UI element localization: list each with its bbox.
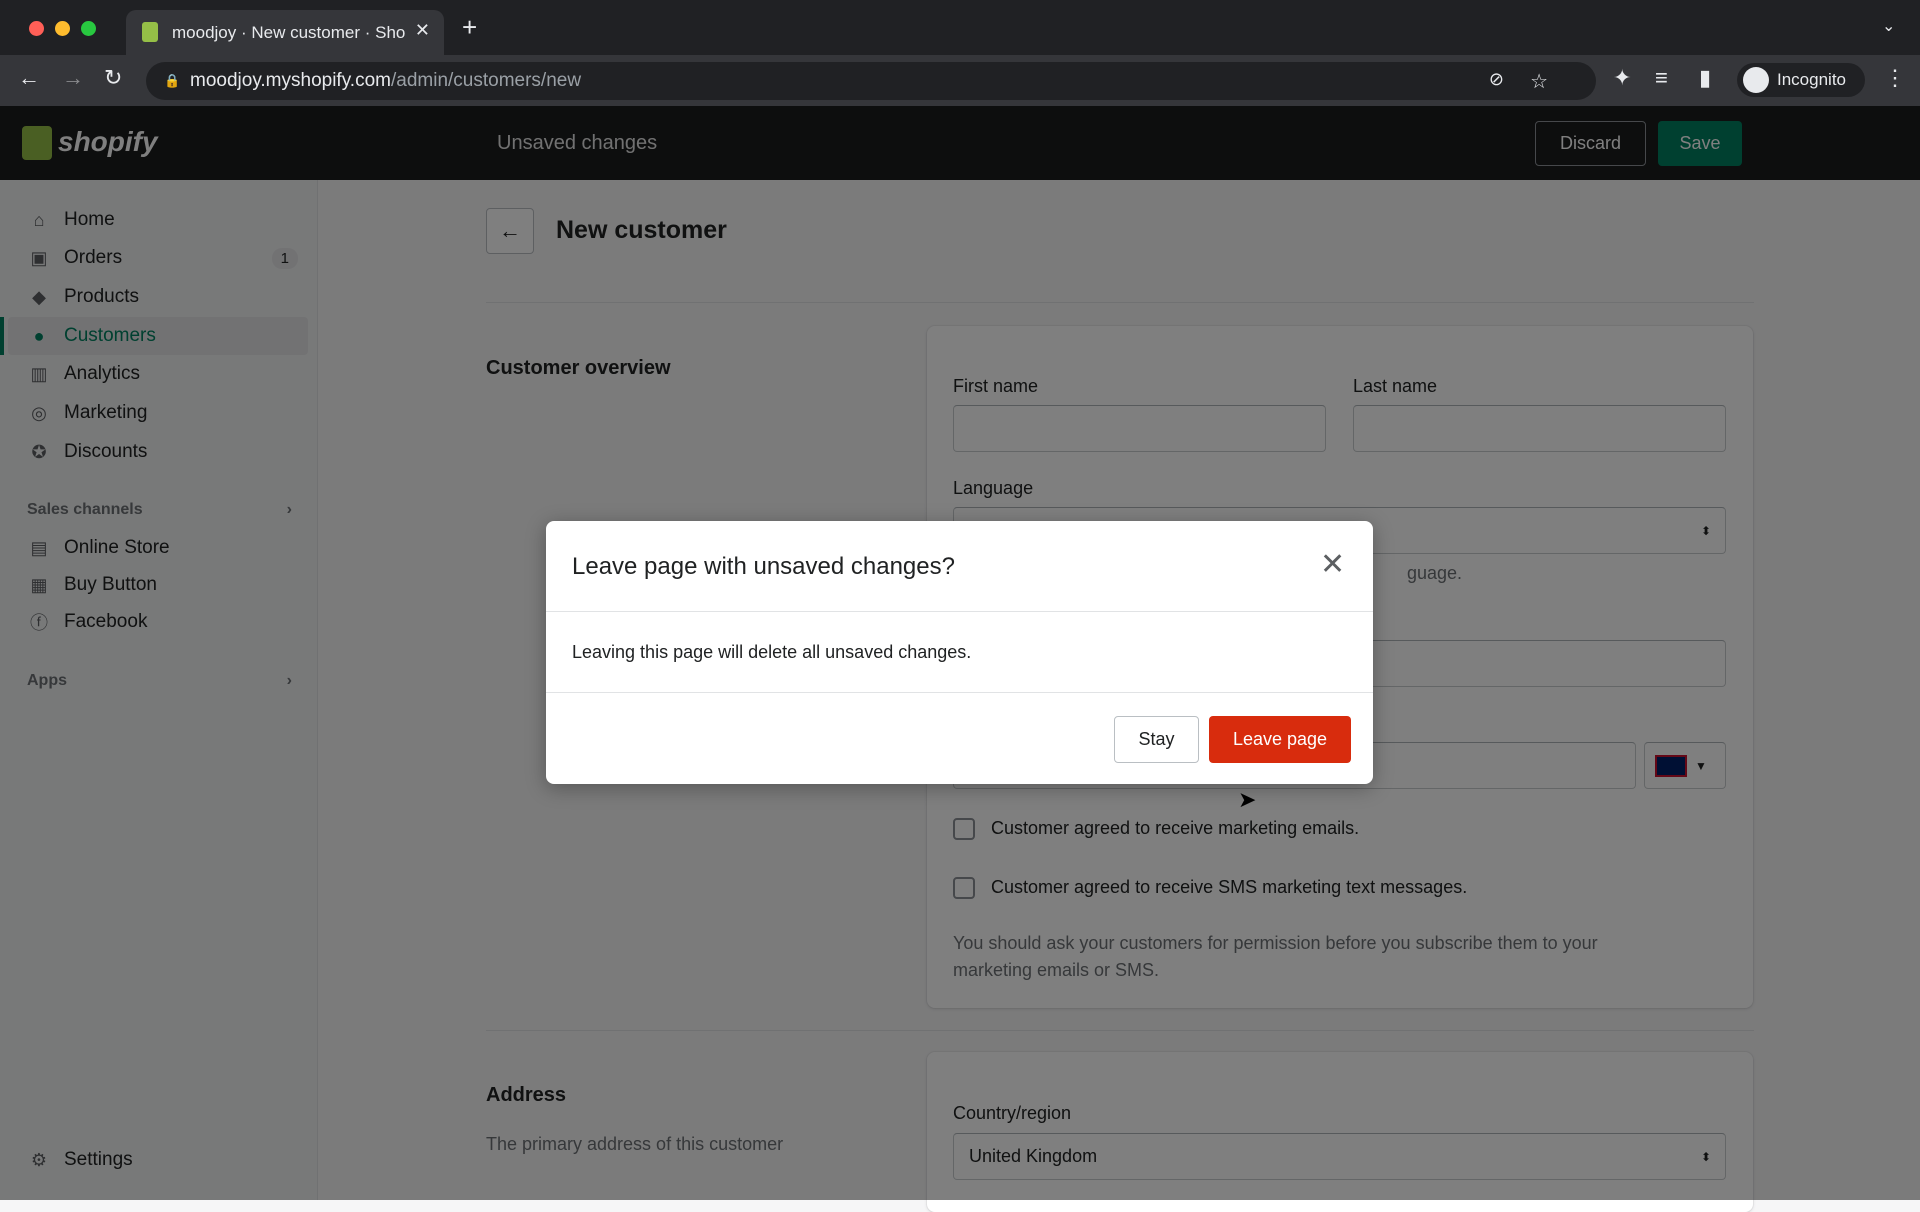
divider: [546, 692, 1373, 693]
browser-tab[interactable]: moodjoy · New customer · Sho ✕: [126, 10, 444, 55]
modal-title: Leave page with unsaved changes?: [572, 553, 955, 580]
side-panel-icon[interactable]: ▮: [1699, 65, 1711, 91]
close-tab-icon[interactable]: ✕: [415, 20, 430, 41]
address-bar[interactable]: 🔒 moodjoy.myshopify.com/admin/customers/…: [146, 62, 1596, 100]
forward-icon[interactable]: →: [62, 65, 84, 91]
tab-title: moodjoy · New customer · Sho: [172, 22, 406, 42]
media-icon[interactable]: ≡: [1655, 65, 1668, 91]
close-icon[interactable]: ✕: [1320, 547, 1345, 582]
new-tab-icon[interactable]: +: [462, 12, 477, 43]
url-path: /admin/customers/new: [390, 70, 582, 91]
divider: [546, 611, 1373, 612]
incognito-icon: [1743, 67, 1769, 93]
browser-toolbar: ← → ↻ 🔒 moodjoy.myshopify.com/admin/cust…: [0, 55, 1920, 106]
eye-off-icon[interactable]: ⊘: [1489, 69, 1504, 90]
leave-page-button[interactable]: Leave page: [1209, 716, 1351, 763]
stay-button[interactable]: Stay: [1114, 716, 1199, 763]
close-window-button[interactable]: [29, 21, 44, 36]
back-icon[interactable]: ←: [18, 65, 40, 91]
url-host: moodjoy.myshopify.com: [190, 70, 391, 91]
menu-kebab-icon[interactable]: ⋮: [1884, 65, 1906, 91]
leave-page-modal: Leave page with unsaved changes? ✕ Leavi…: [546, 521, 1373, 784]
minimize-window-button[interactable]: [55, 21, 70, 36]
maximize-window-button[interactable]: [81, 21, 96, 36]
tab-search-chevron-icon[interactable]: ⌄: [1882, 16, 1895, 36]
reload-icon[interactable]: ↻: [104, 65, 122, 91]
lock-icon: 🔒: [164, 73, 181, 88]
incognito-profile-button[interactable]: Incognito: [1737, 63, 1865, 97]
extensions-icon[interactable]: ✦: [1613, 65, 1631, 91]
shopify-favicon-icon: [142, 22, 158, 42]
modal-body: Leaving this page will delete all unsave…: [572, 642, 972, 662]
browser-tab-bar: moodjoy · New customer · Sho ✕ + ⌄: [0, 0, 1920, 55]
mouse-cursor-icon: ➤: [1238, 787, 1257, 812]
profile-label: Incognito: [1777, 70, 1846, 89]
star-icon[interactable]: ☆: [1530, 69, 1548, 94]
